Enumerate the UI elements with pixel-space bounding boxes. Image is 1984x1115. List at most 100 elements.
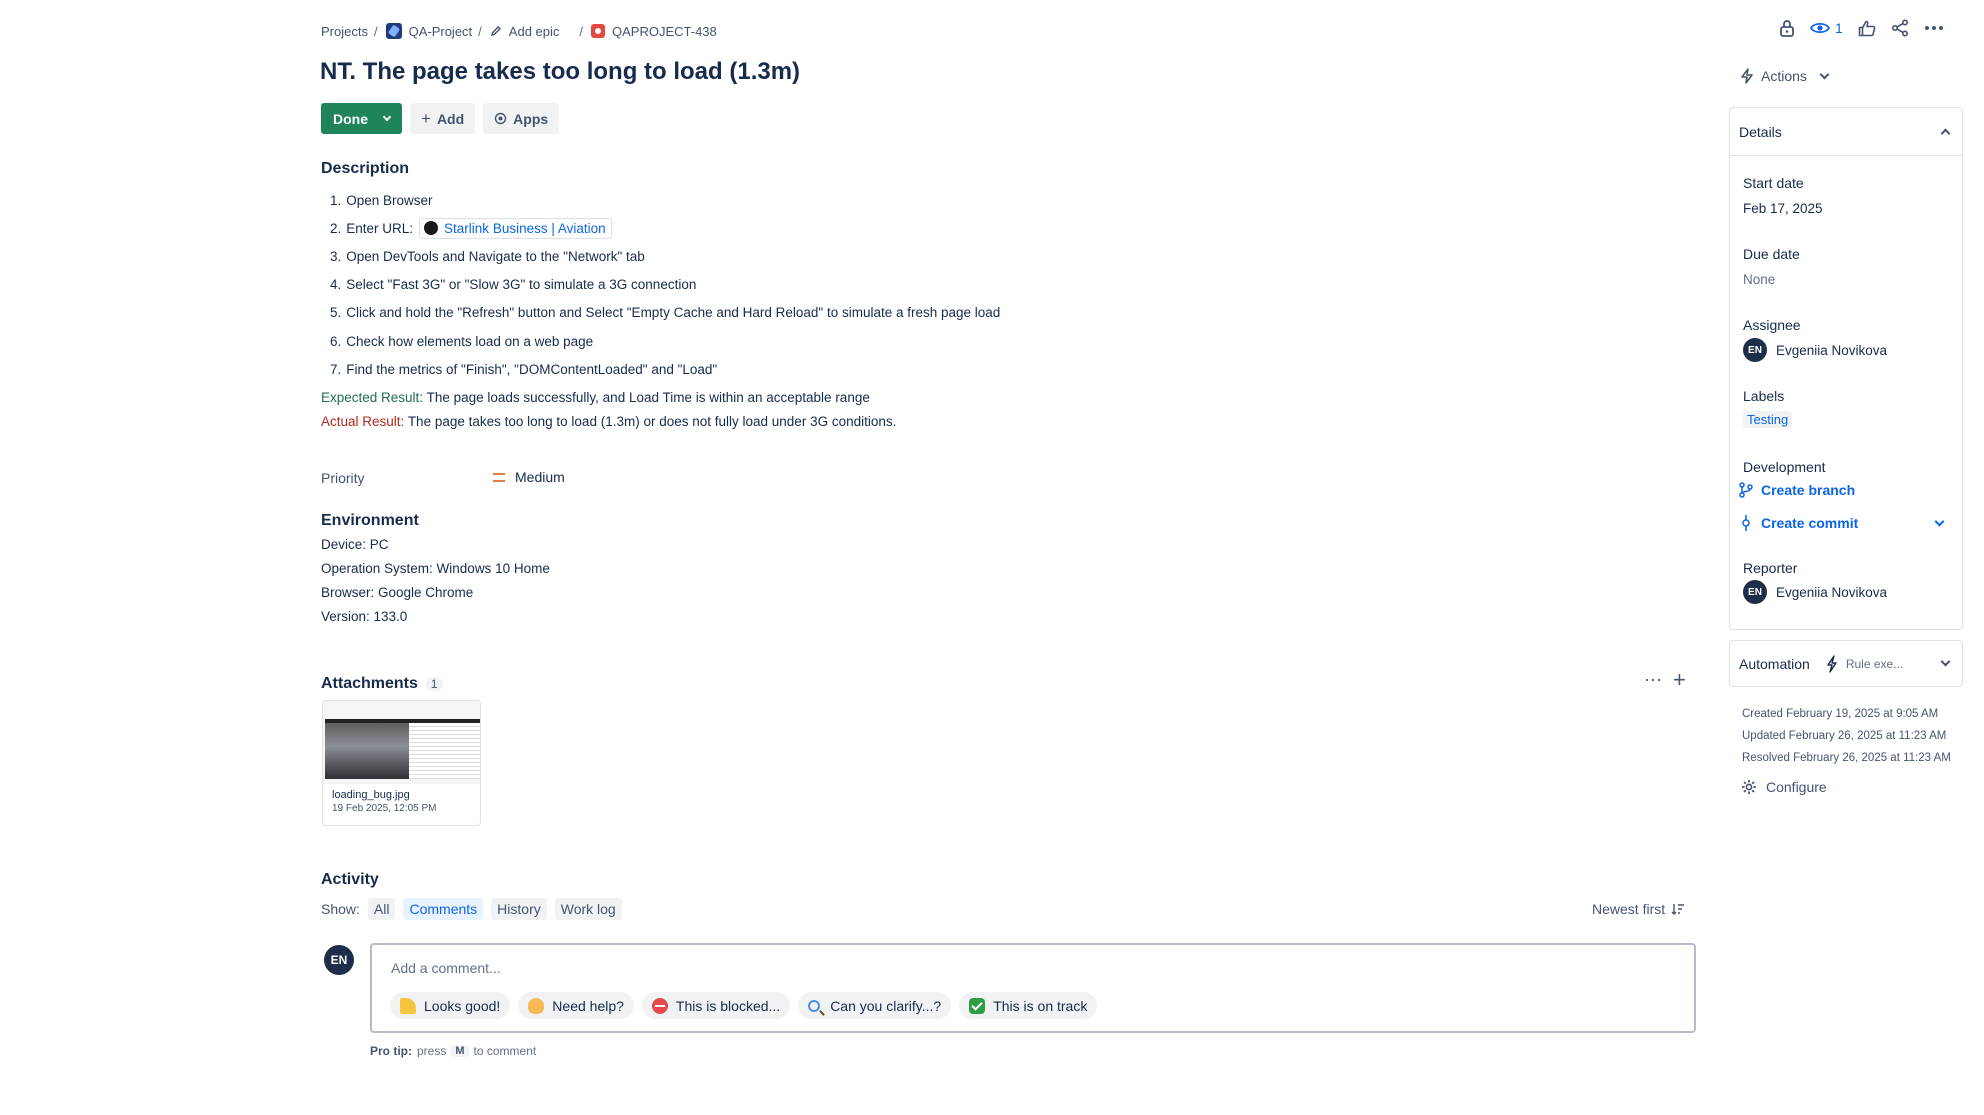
configure-button[interactable]: Configure: [1741, 779, 1827, 795]
quick-reply-need-help[interactable]: Need help?: [518, 992, 634, 1019]
sort-order-button[interactable]: Newest first: [1592, 901, 1685, 917]
show-label: Show:: [321, 901, 360, 917]
pro-tip-suffix: to comment: [473, 1044, 537, 1058]
chevron-down-icon: [382, 112, 392, 122]
pencil-icon: [490, 26, 501, 36]
starlink-url-link[interactable]: Starlink Business | Aviation: [419, 217, 612, 239]
due-date-value[interactable]: None: [1743, 272, 1775, 287]
share-button[interactable]: [1891, 19, 1909, 37]
more-actions-button[interactable]: [1924, 25, 1944, 31]
assignee-field[interactable]: EN Evgeniia Novikova: [1743, 338, 1887, 362]
details-panel: Details Start date Feb 17, 2025 Due date…: [1729, 107, 1963, 630]
reporter-label: Reporter: [1743, 560, 1798, 576]
create-branch-link[interactable]: Create branch: [1739, 482, 1855, 498]
breadcrumb-project[interactable]: QA-Project: [385, 23, 472, 39]
lightning-icon: [1741, 68, 1753, 84]
filter-comments[interactable]: Comments: [403, 898, 484, 920]
actual-result: Actual Result: The page takes too long t…: [321, 414, 896, 429]
quick-reply-looks-good[interactable]: Looks good!: [390, 992, 511, 1019]
labels-field[interactable]: Testing: [1743, 411, 1793, 429]
description-heading: Description: [321, 160, 410, 177]
step-item: 6. Check how elements load on a web page: [330, 327, 1000, 355]
sort-label: Newest first: [1592, 901, 1666, 917]
create-commit-group: Create commit: [1739, 515, 1858, 531]
quick-reply-label: This is on track: [993, 997, 1088, 1014]
step-number: 7.: [330, 361, 342, 377]
breadcrumb-issue-key[interactable]: QAPROJECT-438: [591, 24, 717, 39]
quick-reply-clarify[interactable]: Can you clarify...?: [798, 992, 952, 1019]
attachments-heading-label: Attachments: [321, 675, 418, 692]
step-item: 4. Select "Fast 3G" or "Slow 3G" to simul…: [330, 271, 1000, 299]
quick-reply-label: Can you clarify...?: [830, 997, 942, 1014]
priority-value: Medium: [515, 469, 565, 485]
expected-result: Expected Result: The page loads successf…: [321, 390, 870, 405]
thumbnail-hero: [325, 719, 409, 779]
start-date-value[interactable]: Feb 17, 2025: [1743, 201, 1823, 216]
filter-all[interactable]: All: [367, 898, 396, 920]
branch-icon: [1739, 482, 1753, 498]
environment-line: Operation System: Windows 10 Home: [321, 561, 550, 576]
rule-executions: Rule exe...: [1826, 654, 1903, 673]
quick-reply-label: Need help?: [552, 997, 624, 1014]
actions-label: Actions: [1761, 68, 1807, 84]
attachments-more-button[interactable]: ⋯: [1644, 670, 1663, 691]
quick-reply-label: Looks good!: [424, 997, 501, 1014]
step-number: 2.: [330, 220, 342, 236]
apps-button[interactable]: Apps: [483, 103, 560, 134]
add-attachment-button[interactable]: +: [1673, 667, 1686, 693]
label-chip-testing[interactable]: Testing: [1743, 411, 1793, 428]
quick-reply-label: This is blocked...: [675, 997, 781, 1014]
status-label: Done: [333, 110, 368, 127]
chevron-up-icon: [1940, 128, 1951, 139]
more-icon: [1924, 26, 1943, 30]
attachment-card[interactable]: loading_bug.jpg 19 Feb 2025, 12:05 PM: [322, 700, 481, 826]
priority-field[interactable]: Medium: [493, 469, 565, 485]
step-number: 4.: [330, 277, 342, 293]
link-label: Starlink Business | Aviation: [444, 220, 606, 236]
chevron-down-icon[interactable]: [1934, 516, 1945, 526]
vote-button[interactable]: [1858, 20, 1876, 37]
waving-hand-icon: [528, 997, 545, 1014]
create-commit-link[interactable]: Create commit: [1739, 515, 1945, 531]
quick-reply-on-track[interactable]: This is on track: [959, 992, 1098, 1019]
environment-line: Version: 133.0: [321, 609, 408, 624]
breadcrumb-projects[interactable]: Projects: [321, 24, 368, 39]
filter-history[interactable]: History: [491, 898, 547, 920]
details-toggle[interactable]: Details: [1730, 108, 1962, 156]
assignee-name: Evgeniia Novikova: [1776, 342, 1888, 358]
resolved-date: Resolved February 26, 2025 at 11:23 AM: [1742, 752, 1951, 764]
breadcrumb-separator: /: [478, 23, 482, 39]
status-done-button[interactable]: Done: [321, 103, 402, 134]
breadcrumb-add-epic-label: Add epic: [508, 23, 560, 39]
current-user-avatar: EN: [324, 945, 354, 975]
step-number: 3.: [330, 248, 342, 264]
restrictions-button[interactable]: [1779, 19, 1795, 37]
thumbs-up-icon: [1858, 20, 1876, 36]
pro-tip-label: Pro tip:: [370, 1044, 412, 1058]
share-icon: [1891, 19, 1908, 37]
actual-result-text: The page takes too long to load (1.3m) o…: [407, 414, 897, 429]
pro-tip: Pro tip: press M to comment: [370, 1044, 536, 1058]
add-label: Add: [436, 110, 465, 127]
lightning-icon: [1827, 654, 1837, 673]
breadcrumb-issue-key-label: QAPROJECT-438: [612, 23, 717, 39]
breadcrumb: Projects / QA-Project / Add epic / QAPRO…: [321, 23, 717, 39]
bug-icon: [591, 24, 606, 38]
breadcrumb-separator: /: [579, 23, 584, 39]
party-popper-icon: [400, 997, 416, 1014]
no-entry-icon: [651, 997, 668, 1014]
chevron-down-icon: [1940, 656, 1951, 667]
add-button[interactable]: + Add: [410, 103, 476, 134]
quick-reply-blocked[interactable]: This is blocked...: [641, 992, 791, 1019]
watch-button[interactable]: 1: [1810, 20, 1843, 36]
breadcrumb-add-epic[interactable]: Add epic: [490, 23, 560, 39]
updated-date: Updated February 26, 2025 at 11:23 AM: [1742, 730, 1947, 742]
comment-editor[interactable]: Add a comment... Looks good! Need help? …: [370, 943, 1696, 1033]
actions-dropdown-button[interactable]: Actions: [1741, 68, 1830, 84]
step-item: 1. Open Browser: [330, 186, 1000, 214]
reporter-field[interactable]: EN Evgeniia Novikova: [1743, 580, 1887, 604]
automation-panel[interactable]: Automation Rule exe...: [1729, 640, 1963, 687]
project-rocket-icon: [385, 23, 402, 39]
filter-work-log[interactable]: Work log: [554, 898, 622, 920]
issue-title[interactable]: NT. The page takes too long to load (1.3…: [320, 58, 800, 86]
